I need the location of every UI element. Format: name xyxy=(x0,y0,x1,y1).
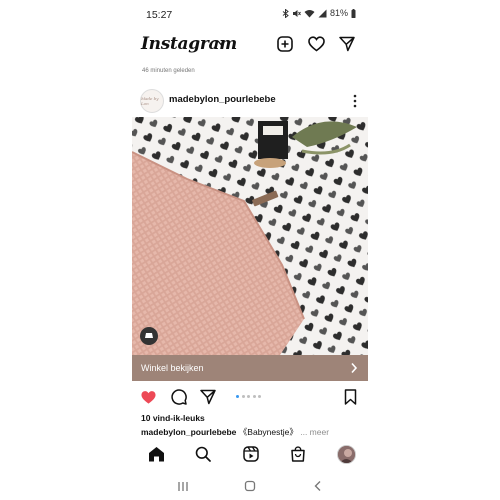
carousel-dot xyxy=(252,395,256,398)
search-icon xyxy=(195,446,211,462)
status-bar: 15:27 81% xyxy=(132,0,368,28)
more-options-icon[interactable] xyxy=(352,93,358,109)
chevron-right-icon xyxy=(351,362,358,374)
post-actions xyxy=(132,386,368,408)
like-button[interactable] xyxy=(139,388,157,406)
bluetooth-icon xyxy=(282,8,289,18)
shop-now-bar[interactable]: Winkel bekijken xyxy=(132,355,368,381)
carousel-dot xyxy=(247,395,250,398)
heart-icon xyxy=(307,36,325,52)
wifi-icon xyxy=(304,9,315,17)
nav-search[interactable] xyxy=(193,444,213,464)
save-icon xyxy=(344,389,356,405)
recent-apps-button[interactable] xyxy=(175,478,191,494)
status-time: 15:27 xyxy=(146,9,173,21)
post-header: Made by Lon madebylon_pourlebebe xyxy=(132,86,368,116)
post-image[interactable] xyxy=(132,117,368,355)
comment-button[interactable] xyxy=(170,388,188,406)
battery-percent: 81% xyxy=(329,8,348,18)
home-button-icon xyxy=(244,480,256,492)
nav-shop[interactable] xyxy=(288,444,308,464)
shop-label: Winkel bekijken xyxy=(141,363,204,373)
caption-more-link[interactable]: ... meer xyxy=(300,427,329,437)
carousel-dot xyxy=(236,395,239,398)
reels-icon xyxy=(243,446,259,462)
notifications-button[interactable] xyxy=(306,34,326,54)
battery-icon xyxy=(351,8,356,18)
system-nav-bar xyxy=(132,472,368,500)
phone-screen: 15:27 81% Instagram 46 minuten geleden M… xyxy=(132,0,368,500)
status-icons: 81% xyxy=(282,8,356,18)
avatar-logo-text: Made by Lon xyxy=(141,96,159,106)
direct-messages-button[interactable] xyxy=(337,34,357,54)
caption-text: 《Babynestje》 xyxy=(238,427,298,437)
nav-reels[interactable] xyxy=(241,444,261,464)
carousel-dot xyxy=(258,395,261,398)
back-icon xyxy=(314,481,321,491)
new-post-icon xyxy=(277,36,293,52)
app-header: Instagram xyxy=(132,28,368,62)
post-avatar[interactable]: Made by Lon xyxy=(140,89,164,113)
post-caption: madebylon_pourlebebe 《Babynestje》 ... me… xyxy=(141,426,329,438)
back-system-button[interactable] xyxy=(310,478,326,494)
caption-username[interactable]: madebylon_pourlebebe xyxy=(141,427,236,437)
nav-home[interactable] xyxy=(146,444,166,464)
mute-icon xyxy=(292,9,301,17)
like-icon xyxy=(140,390,156,404)
share-icon xyxy=(200,389,216,405)
home-system-button[interactable] xyxy=(242,478,258,494)
save-button[interactable] xyxy=(341,388,359,406)
post-username[interactable]: madebylon_pourlebebe xyxy=(169,94,276,105)
likes-count[interactable]: 10 vind-ik-leuks xyxy=(141,413,205,423)
profile-icon xyxy=(336,444,356,464)
carousel-indicator xyxy=(236,395,261,398)
post-photo xyxy=(132,117,368,355)
bottom-nav xyxy=(132,441,368,467)
shop-icon xyxy=(291,446,305,462)
home-icon xyxy=(148,447,164,462)
chevron-down-icon[interactable] xyxy=(217,40,225,46)
signal-icon xyxy=(318,9,327,17)
new-post-button[interactable] xyxy=(275,34,295,54)
nav-profile[interactable] xyxy=(336,444,356,464)
direct-message-icon xyxy=(339,36,355,52)
previous-post-timestamp: 46 minuten geleden xyxy=(142,68,195,74)
comment-icon xyxy=(171,389,187,405)
recent-apps-icon xyxy=(178,481,188,491)
share-button[interactable] xyxy=(199,388,217,406)
carousel-dot xyxy=(241,395,245,398)
